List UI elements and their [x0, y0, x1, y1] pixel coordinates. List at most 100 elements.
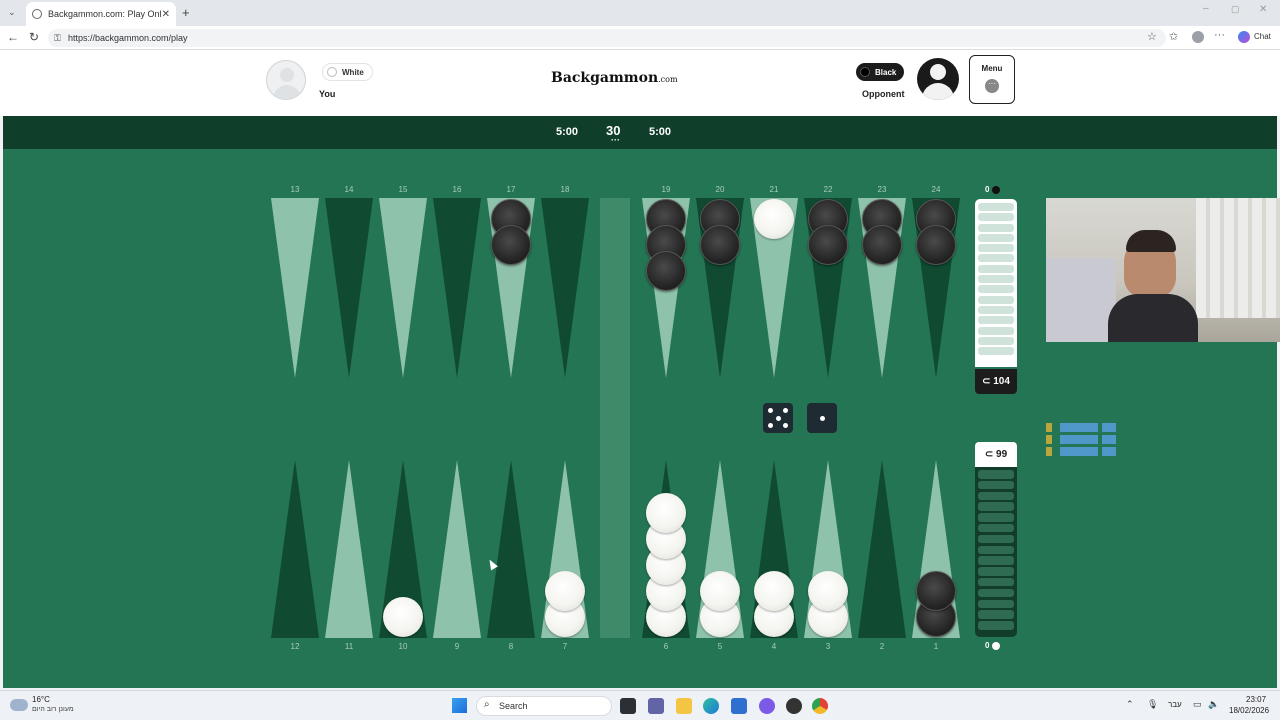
point-11[interactable]: [325, 460, 373, 638]
point-number-label: 23: [877, 185, 887, 194]
tray-slot: [978, 513, 1014, 522]
point-9[interactable]: [433, 460, 481, 638]
center-bar[interactable]: [600, 198, 630, 638]
die-one[interactable]: [807, 403, 837, 433]
black-checker[interactable]: [862, 225, 902, 265]
tray-chevron-icon[interactable]: ⌃: [1126, 699, 1134, 710]
tray-slot: [978, 275, 1014, 284]
clock-time[interactable]: 23:07: [1246, 695, 1266, 704]
tray-slot: [978, 523, 1014, 533]
point-16[interactable]: [433, 198, 481, 378]
tray-slot: [978, 480, 1014, 490]
edge-icon[interactable]: [703, 698, 719, 714]
point-number-label: 19: [661, 185, 671, 194]
opponent-off-tray[interactable]: [975, 199, 1017, 367]
white-checker[interactable]: [545, 571, 585, 611]
white-checker[interactable]: [808, 571, 848, 611]
point-number-label: 17: [506, 185, 516, 194]
point-13[interactable]: [271, 198, 319, 378]
tray-slot: [978, 621, 1014, 630]
player-off-tray[interactable]: [975, 467, 1017, 637]
white-checker[interactable]: [700, 571, 740, 611]
player-pip-count: ⊂ 99: [975, 442, 1017, 467]
start-icon[interactable]: [452, 698, 467, 713]
point-number-label: 9: [454, 642, 460, 651]
tray-slot: [978, 534, 1014, 544]
tray-slot: [978, 347, 1014, 356]
tray-slot: [978, 316, 1014, 325]
microphone-icon[interactable]: 🎙: [1147, 699, 1158, 710]
tray-slot: [978, 577, 1014, 587]
black-checker[interactable]: [916, 225, 956, 265]
tray-slot: [978, 588, 1014, 598]
search-placeholder: Search: [499, 701, 528, 711]
language-indicator[interactable]: עבר: [1168, 700, 1182, 709]
black-checker[interactable]: [491, 225, 531, 265]
point-number-label: 3: [825, 642, 831, 651]
point-number-label: 11: [344, 642, 354, 651]
app-icon[interactable]: [786, 698, 802, 714]
side-indicators: [1046, 423, 1116, 456]
tray-slot: [978, 470, 1014, 479]
weather-text: מעונן רוב היום: [32, 706, 74, 713]
black-checker[interactable]: [646, 251, 686, 291]
tray-slot: [978, 244, 1014, 253]
point-number-label: 12: [290, 642, 300, 651]
point-number-label: 21: [769, 185, 779, 194]
tray-slot: [978, 305, 1014, 314]
clock-date[interactable]: 18/02/2026: [1229, 706, 1269, 715]
point-number-label: 8: [508, 642, 514, 651]
black-checker[interactable]: [916, 571, 956, 611]
white-checker-icon: [991, 641, 1000, 650]
tray-slot: [978, 502, 1014, 511]
point-number-label: 7: [562, 642, 568, 651]
chrome-icon[interactable]: [812, 698, 828, 714]
black-checker-icon: [991, 185, 1000, 194]
point-18[interactable]: [541, 198, 589, 378]
store-icon[interactable]: [731, 698, 747, 714]
volume-icon[interactable]: 🔈: [1208, 699, 1219, 710]
point-12[interactable]: [271, 460, 319, 638]
taskbar-search[interactable]: ⌕ Search: [476, 696, 612, 716]
bottom-off-count: 0: [985, 641, 1000, 650]
weather-icon[interactable]: [10, 699, 28, 711]
tray-slot: [978, 545, 1014, 555]
point-number-label: 5: [717, 642, 723, 651]
tray-slot: [978, 491, 1014, 501]
black-checker[interactable]: [808, 225, 848, 265]
white-checker[interactable]: [383, 597, 423, 637]
white-checker[interactable]: [646, 493, 686, 533]
tray-slot: [978, 285, 1014, 294]
point-number-label: 13: [290, 185, 300, 194]
point-number-label: 6: [663, 642, 669, 651]
point-number-label: 24: [931, 185, 941, 194]
messenger-icon[interactable]: [759, 698, 775, 714]
point-2[interactable]: [858, 460, 906, 638]
point-8[interactable]: [487, 460, 535, 638]
die-five[interactable]: [763, 403, 793, 433]
point-number-label: 2: [879, 642, 885, 651]
pip-icon: ⊂: [982, 376, 991, 387]
search-icon: ⌕: [484, 699, 490, 710]
tray-slot: [978, 326, 1014, 335]
teams-icon[interactable]: [648, 698, 664, 714]
opponent-pip-count: ⊂ 104: [975, 369, 1017, 394]
board: 13 12 14 11 15 10 16 9 17 8 18 7 19 6 20 5 21 4 22 3 23 2 24 1: [0, 0, 1280, 690]
point-14[interactable]: [325, 198, 373, 378]
task-view-icon[interactable]: [620, 698, 636, 714]
point-number-label: 18: [560, 185, 570, 194]
tray-slot: [978, 610, 1014, 619]
board-points: [271, 198, 960, 638]
black-checker[interactable]: [700, 225, 740, 265]
temperature[interactable]: 16°C: [32, 695, 50, 704]
point-number-label: 10: [398, 642, 408, 651]
network-icon[interactable]: ▭: [1193, 699, 1202, 710]
point-15[interactable]: [379, 198, 427, 378]
windows-taskbar: 16°C מעונן רוב היום ⌕ Search ⌃ 🎙 עבר ▭ 🔈…: [0, 690, 1280, 720]
tray-slot: [978, 203, 1014, 211]
top-off-count: 0: [985, 185, 1000, 194]
white-checker[interactable]: [754, 199, 794, 239]
file-explorer-icon[interactable]: [676, 698, 692, 714]
white-checker[interactable]: [754, 571, 794, 611]
tray-slot: [978, 295, 1014, 304]
